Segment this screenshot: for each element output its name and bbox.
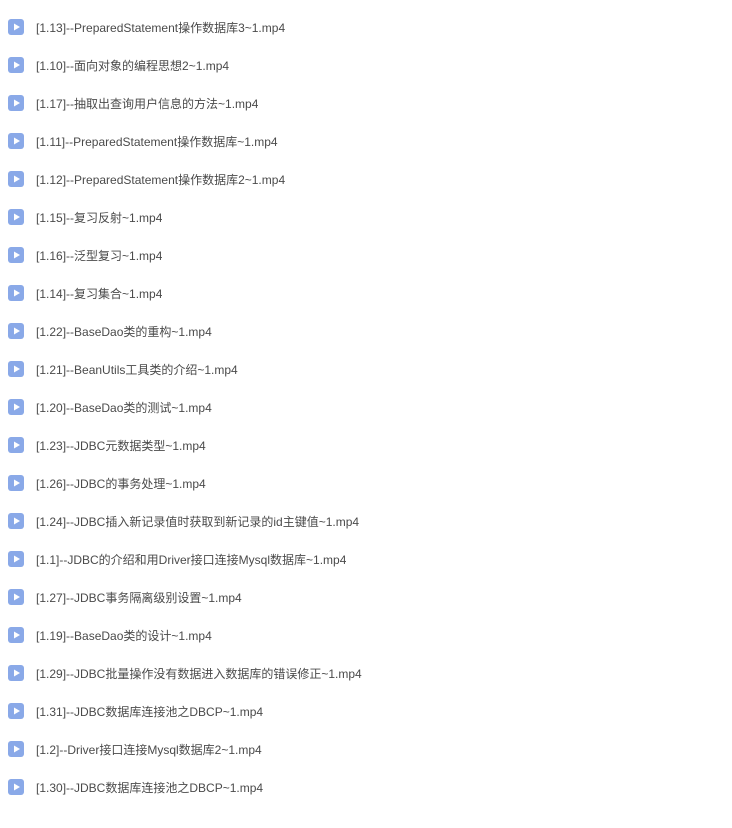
file-item[interactable]: [1.15]--复习反射~1.mp4 bbox=[4, 198, 728, 236]
file-item[interactable]: [1.29]--JDBC批量操作没有数据进入数据库的错误修正~1.mp4 bbox=[4, 654, 728, 692]
file-item[interactable]: [1.31]--JDBC数据库连接池之DBCP~1.mp4 bbox=[4, 692, 728, 730]
file-name-label: [1.10]--面向对象的编程思想2~1.mp4 bbox=[36, 57, 229, 74]
video-file-icon bbox=[8, 513, 24, 529]
video-file-icon bbox=[8, 703, 24, 719]
file-name-label: [1.16]--泛型复习~1.mp4 bbox=[36, 247, 162, 264]
file-list: [1.13]--PreparedStatement操作数据库3~1.mp4 [1.… bbox=[4, 8, 728, 806]
file-item[interactable]: [1.13]--PreparedStatement操作数据库3~1.mp4 bbox=[4, 8, 728, 46]
file-item[interactable]: [1.20]--BaseDao类的测试~1.mp4 bbox=[4, 388, 728, 426]
file-name-label: [1.17]--抽取出查询用户信息的方法~1.mp4 bbox=[36, 95, 258, 112]
video-file-icon bbox=[8, 475, 24, 491]
video-file-icon bbox=[8, 399, 24, 415]
file-item[interactable]: [1.22]--BaseDao类的重构~1.mp4 bbox=[4, 312, 728, 350]
video-file-icon bbox=[8, 361, 24, 377]
file-item[interactable]: [1.12]--PreparedStatement操作数据库2~1.mp4 bbox=[4, 160, 728, 198]
file-item[interactable]: [1.10]--面向对象的编程思想2~1.mp4 bbox=[4, 46, 728, 84]
video-file-icon bbox=[8, 247, 24, 263]
video-file-icon bbox=[8, 285, 24, 301]
video-file-icon bbox=[8, 779, 24, 795]
file-item[interactable]: [1.14]--复习集合~1.mp4 bbox=[4, 274, 728, 312]
file-name-label: [1.14]--复习集合~1.mp4 bbox=[36, 285, 162, 302]
video-file-icon bbox=[8, 551, 24, 567]
file-item[interactable]: [1.21]--BeanUtils工具类的介绍~1.mp4 bbox=[4, 350, 728, 388]
video-file-icon bbox=[8, 589, 24, 605]
file-name-label: [1.19]--BaseDao类的设计~1.mp4 bbox=[36, 627, 212, 644]
file-item[interactable]: [1.26]--JDBC的事务处理~1.mp4 bbox=[4, 464, 728, 502]
file-item[interactable]: [1.17]--抽取出查询用户信息的方法~1.mp4 bbox=[4, 84, 728, 122]
file-item[interactable]: [1.1]--JDBC的介绍和用Driver接口连接Mysql数据库~1.mp4 bbox=[4, 540, 728, 578]
file-item[interactable]: [1.24]--JDBC插入新记录值时获取到新记录的id主键值~1.mp4 bbox=[4, 502, 728, 540]
file-name-label: [1.31]--JDBC数据库连接池之DBCP~1.mp4 bbox=[36, 703, 263, 720]
file-name-label: [1.21]--BeanUtils工具类的介绍~1.mp4 bbox=[36, 361, 238, 378]
file-item[interactable]: [1.2]--Driver接口连接Mysql数据库2~1.mp4 bbox=[4, 730, 728, 768]
file-item[interactable]: [1.19]--BaseDao类的设计~1.mp4 bbox=[4, 616, 728, 654]
file-name-label: [1.20]--BaseDao类的测试~1.mp4 bbox=[36, 399, 212, 416]
file-item[interactable]: [1.27]--JDBC事务隔离级别设置~1.mp4 bbox=[4, 578, 728, 616]
file-item[interactable]: [1.23]--JDBC元数据类型~1.mp4 bbox=[4, 426, 728, 464]
file-item[interactable]: [1.16]--泛型复习~1.mp4 bbox=[4, 236, 728, 274]
file-name-label: [1.15]--复习反射~1.mp4 bbox=[36, 209, 162, 226]
video-file-icon bbox=[8, 57, 24, 73]
file-name-label: [1.23]--JDBC元数据类型~1.mp4 bbox=[36, 437, 206, 454]
file-name-label: [1.12]--PreparedStatement操作数据库2~1.mp4 bbox=[36, 171, 285, 188]
file-name-label: [1.1]--JDBC的介绍和用Driver接口连接Mysql数据库~1.mp4 bbox=[36, 551, 346, 568]
file-name-label: [1.30]--JDBC数据库连接池之DBCP~1.mp4 bbox=[36, 779, 263, 796]
video-file-icon bbox=[8, 627, 24, 643]
file-name-label: [1.2]--Driver接口连接Mysql数据库2~1.mp4 bbox=[36, 741, 262, 758]
file-item[interactable]: [1.11]--PreparedStatement操作数据库~1.mp4 bbox=[4, 122, 728, 160]
file-name-label: [1.27]--JDBC事务隔离级别设置~1.mp4 bbox=[36, 589, 242, 606]
video-file-icon bbox=[8, 19, 24, 35]
video-file-icon bbox=[8, 133, 24, 149]
video-file-icon bbox=[8, 741, 24, 757]
video-file-icon bbox=[8, 209, 24, 225]
video-file-icon bbox=[8, 171, 24, 187]
file-name-label: [1.13]--PreparedStatement操作数据库3~1.mp4 bbox=[36, 19, 285, 36]
file-name-label: [1.24]--JDBC插入新记录值时获取到新记录的id主键值~1.mp4 bbox=[36, 513, 359, 530]
file-name-label: [1.11]--PreparedStatement操作数据库~1.mp4 bbox=[36, 133, 278, 150]
video-file-icon bbox=[8, 95, 24, 111]
file-name-label: [1.29]--JDBC批量操作没有数据进入数据库的错误修正~1.mp4 bbox=[36, 665, 362, 682]
file-name-label: [1.22]--BaseDao类的重构~1.mp4 bbox=[36, 323, 212, 340]
video-file-icon bbox=[8, 437, 24, 453]
video-file-icon bbox=[8, 323, 24, 339]
video-file-icon bbox=[8, 665, 24, 681]
file-item[interactable]: [1.30]--JDBC数据库连接池之DBCP~1.mp4 bbox=[4, 768, 728, 806]
file-name-label: [1.26]--JDBC的事务处理~1.mp4 bbox=[36, 475, 206, 492]
